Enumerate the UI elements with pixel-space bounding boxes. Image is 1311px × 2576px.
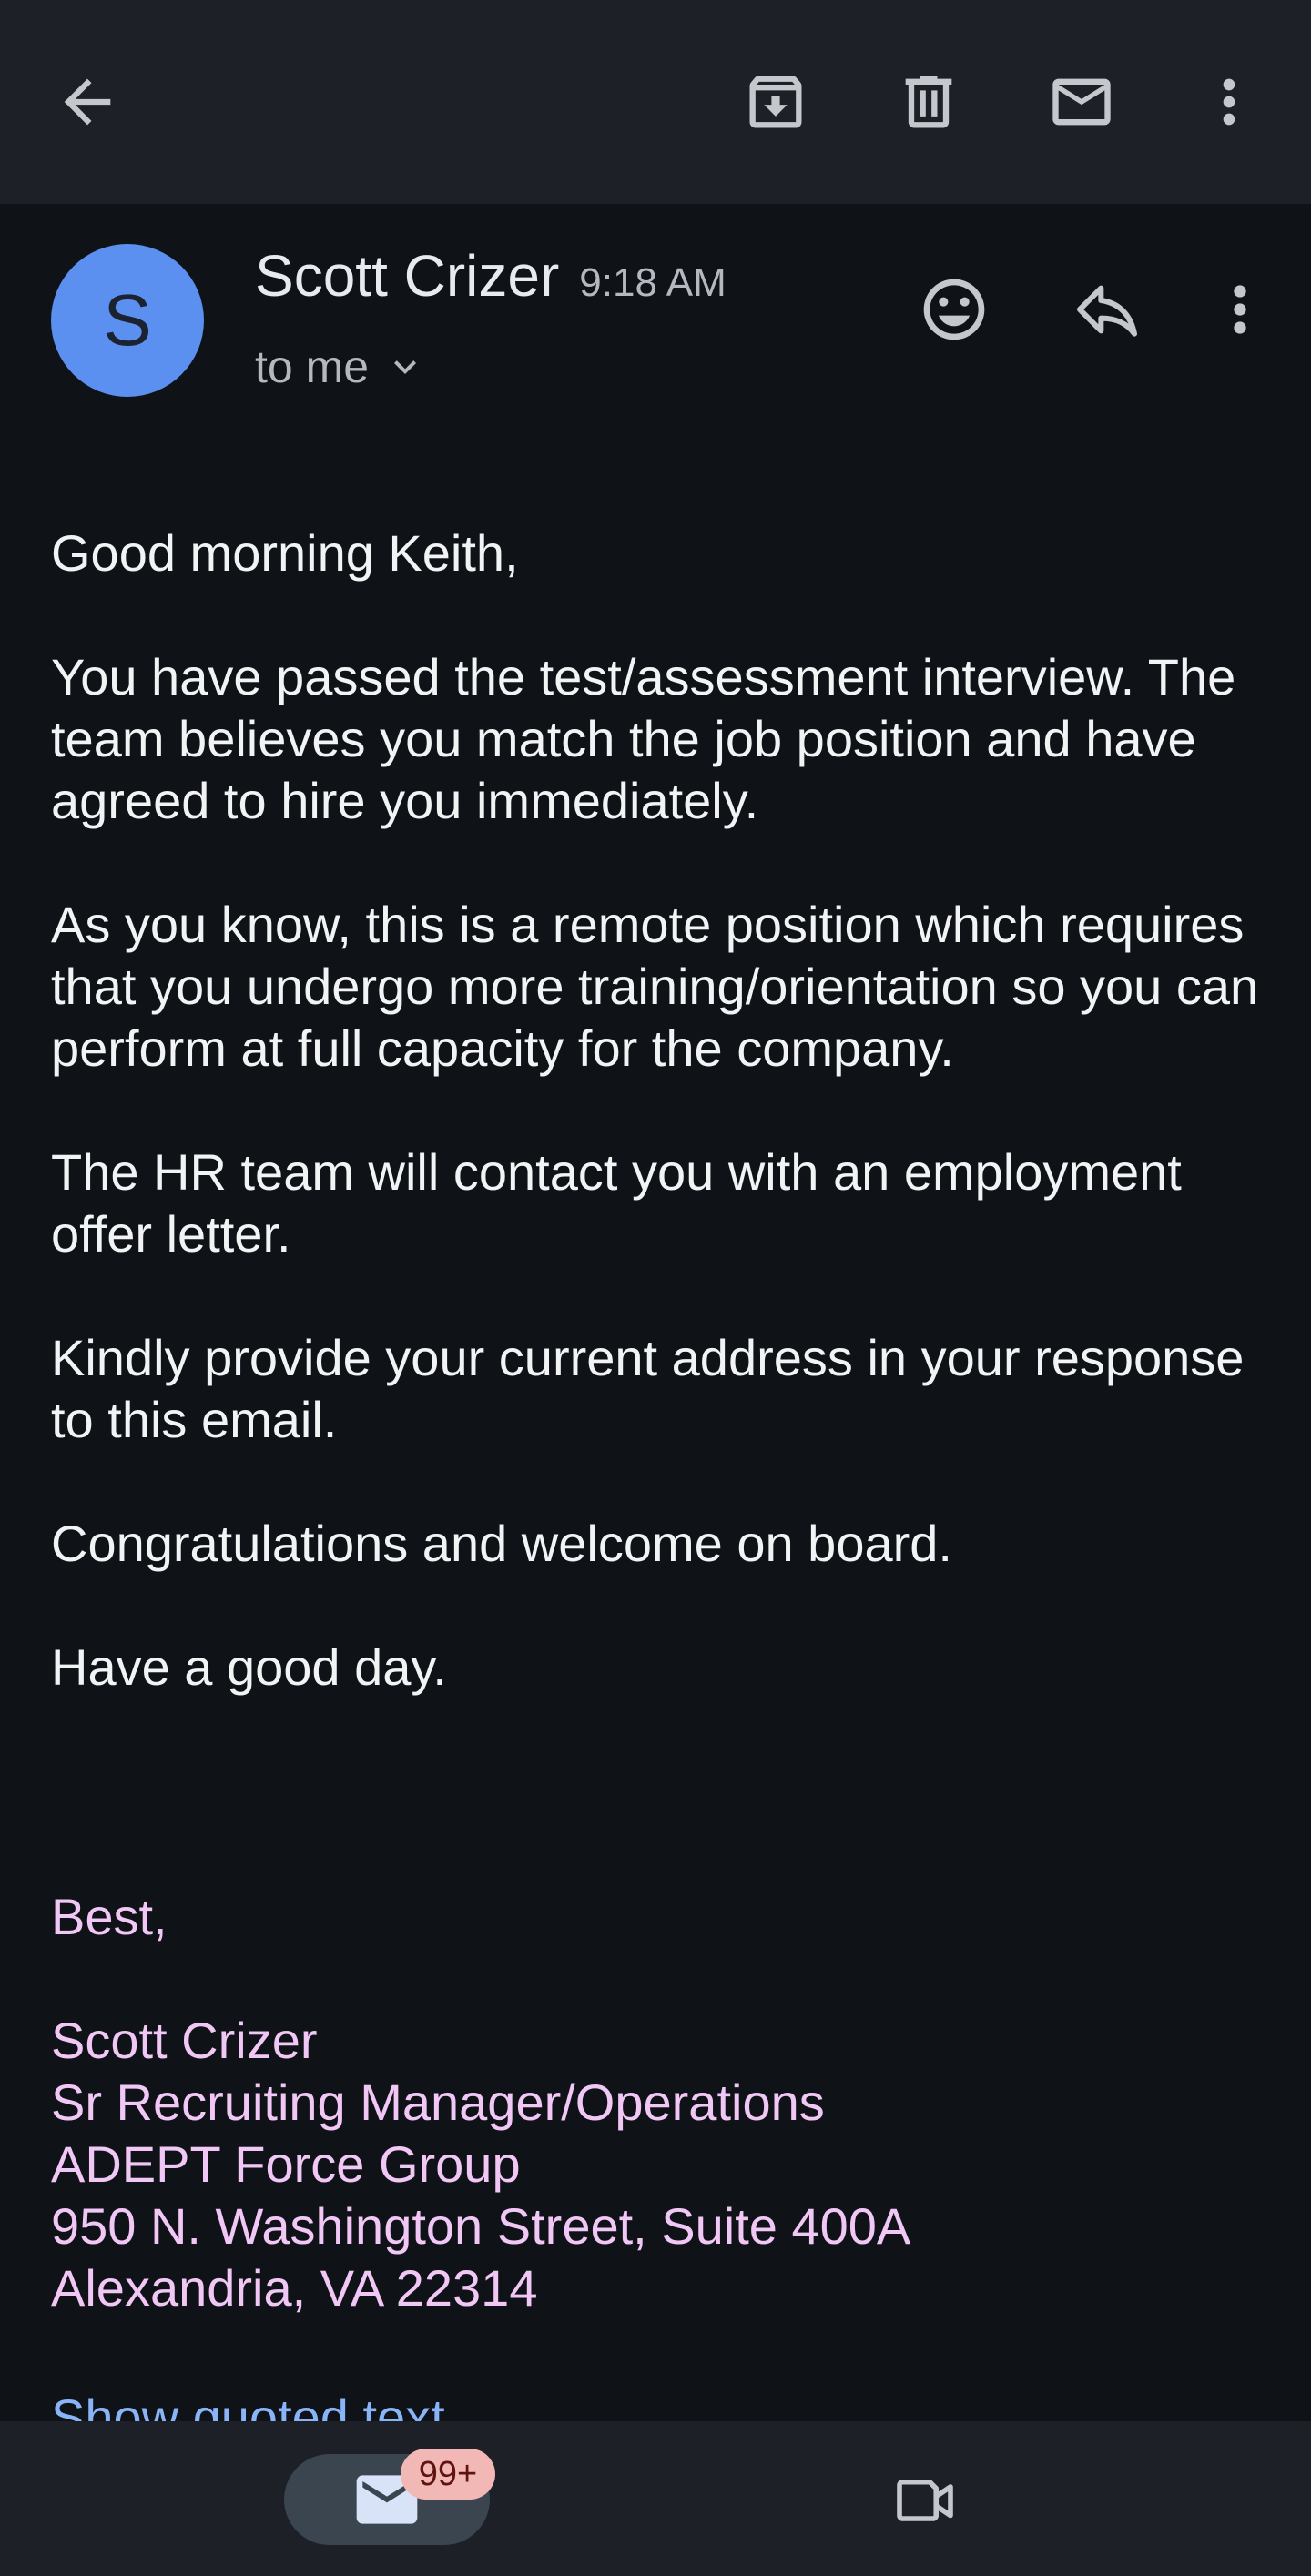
message-time: 9:18 AM: [579, 260, 727, 305]
add-reaction-icon[interactable]: [909, 264, 1000, 355]
more-vert-icon[interactable]: [1185, 58, 1273, 146]
sender-row: Scott Crizer 9:18 AM: [255, 242, 727, 309]
recipient-details-toggle[interactable]: to me: [255, 340, 427, 393]
archive-icon[interactable]: [732, 58, 819, 146]
meet-video-icon: [897, 2479, 953, 2521]
greeting: Good morning Keith,: [51, 524, 519, 582]
signature-name: Scott Crizer: [51, 2012, 318, 2069]
signature-closing: Best,: [51, 1888, 168, 1945]
body-paragraph: You have passed the test/assessment inte…: [51, 648, 1236, 829]
recipient-label: to me: [255, 341, 370, 392]
body-paragraph: Kindly provide your current address in y…: [51, 1329, 1245, 1448]
signature-title: Sr Recruiting Manager/Operations: [51, 2074, 825, 2131]
body-paragraph: The HR team will contact you with an emp…: [51, 1143, 1182, 1263]
mark-unread-icon[interactable]: [1038, 58, 1125, 146]
back-arrow-icon[interactable]: [44, 58, 131, 146]
nav-meet-tab[interactable]: [878, 2452, 972, 2547]
email-signature: Best, Scott Crizer Sr Recruiting Manager…: [51, 1886, 1271, 2319]
avatar-letter: S: [103, 279, 152, 360]
chevron-down-icon: [394, 360, 417, 374]
email-body: Good morning Keith, You have passed the …: [51, 522, 1271, 1760]
reply-icon[interactable]: [1062, 264, 1153, 355]
body-paragraph: Congratulations and welcome on board.: [51, 1515, 952, 1572]
body-paragraph: Have a good day.: [51, 1638, 447, 1696]
body-paragraph: As you know, this is a remote position w…: [51, 896, 1259, 1077]
signature-address-line2: Alexandria, VA 22314: [51, 2259, 538, 2317]
signature-address-line1: 950 N. Washington Street, Suite 400A: [51, 2197, 911, 2255]
message-more-icon[interactable]: [1194, 264, 1286, 355]
sender-avatar[interactable]: S: [51, 244, 204, 397]
bottom-navigation: 99+: [0, 2421, 1311, 2576]
signature-company: ADEPT Force Group: [51, 2135, 521, 2193]
delete-icon[interactable]: [885, 58, 972, 146]
unread-count-badge: 99+: [401, 2449, 495, 2500]
top-app-bar: [0, 0, 1311, 204]
sender-name[interactable]: Scott Crizer: [255, 242, 559, 309]
